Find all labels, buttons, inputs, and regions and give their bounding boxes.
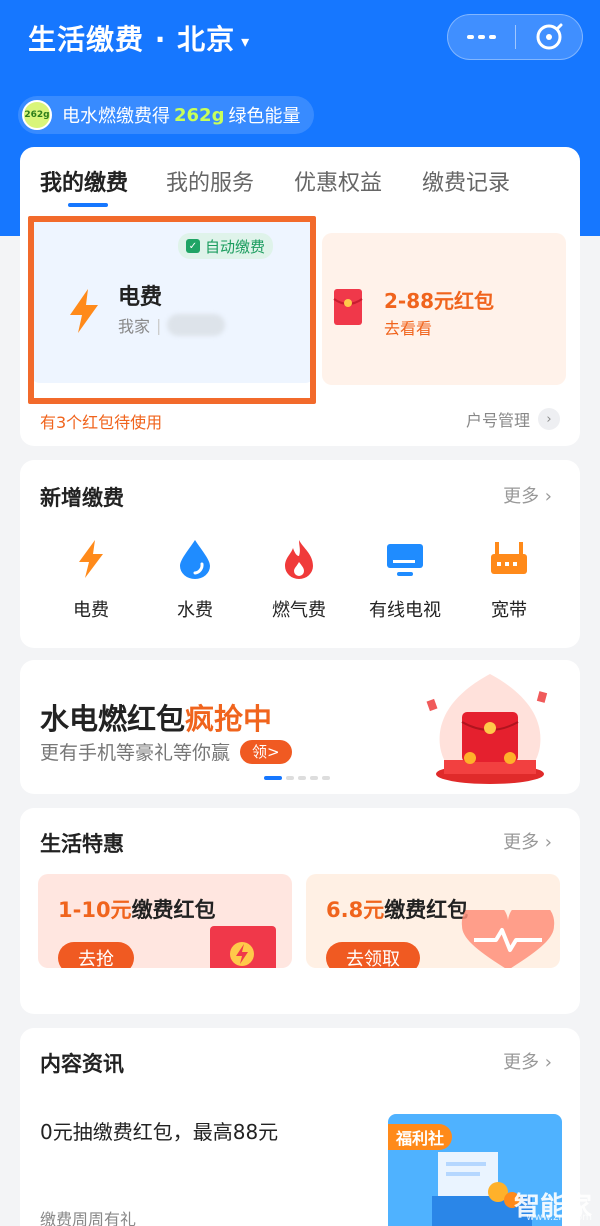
gift-redpacket-illustration xyxy=(426,674,548,784)
more-label: 更多 xyxy=(503,486,540,507)
more-options-button[interactable] xyxy=(448,15,515,59)
promo-subtitle-text: 更有手机等豪礼等你赢 xyxy=(40,742,231,764)
pay-type-label: 水费 xyxy=(177,600,213,621)
more-link[interactable]: 更多 › xyxy=(503,828,552,854)
carousel-pager xyxy=(264,776,330,780)
account-management-label: 户号管理 xyxy=(465,411,530,430)
payment-tabs: 我的缴费 我的服务 优惠权益 缴费记录 xyxy=(20,147,580,217)
redpacket-action[interactable]: 去看看 xyxy=(384,315,432,339)
tab-payment-records[interactable]: 缴费记录 xyxy=(422,165,510,197)
app-header: 生活缴费 · 北京 ▾ xyxy=(0,0,600,80)
pager-dot-active xyxy=(264,776,282,780)
green-energy-banner[interactable]: 262g 电水燃缴费得 262g 绿色能量 xyxy=(18,96,315,134)
deal-amount: 6.8元 xyxy=(326,898,385,922)
pay-type-label: 有线电视 xyxy=(369,600,441,621)
caret-down-icon: ▾ xyxy=(241,31,251,51)
tab-benefits[interactable]: 优惠权益 xyxy=(294,165,382,197)
active-tab-indicator xyxy=(68,203,108,207)
energy-amount: 262g xyxy=(174,104,225,126)
pay-type-label: 电费 xyxy=(73,600,109,621)
promo-title-main: 水电燃红包 xyxy=(40,702,186,736)
pay-type-electricity[interactable]: 电费 xyxy=(46,538,136,622)
city-selector[interactable]: 生活缴费 · 北京 ▾ xyxy=(28,18,250,58)
close-mini-program-button[interactable] xyxy=(516,15,583,59)
energy-badge-icon: 262g xyxy=(22,100,52,130)
promo-banner[interactable]: 水电燃红包疯抢中 更有手机等豪礼等你赢 领> xyxy=(20,660,580,794)
lightning-icon xyxy=(79,540,103,578)
close-circle-icon xyxy=(536,23,563,50)
promo-title-hot: 疯抢中 xyxy=(185,702,273,736)
payment-types-row: 电费 水费 燃气费 有线电视 宽带 xyxy=(20,538,580,628)
watermark-url: www.znj.com xyxy=(526,1212,592,1223)
pager-dot xyxy=(286,776,294,780)
news-subtitle: 缴费周周有礼 xyxy=(40,1210,137,1226)
section-title: 生活特惠 xyxy=(40,832,124,856)
tab-my-services[interactable]: 我的服务 xyxy=(166,165,254,197)
ellipsis-icon xyxy=(466,35,496,39)
news-title[interactable]: 0元抽缴费红包，最高88元 xyxy=(40,1116,278,1145)
pager-dot xyxy=(322,776,330,780)
deal-title: 6.8元缴费红包 xyxy=(326,894,468,924)
pay-type-cable-tv[interactable]: 有线电视 xyxy=(360,538,450,622)
section-title: 新增缴费 xyxy=(40,486,124,510)
pager-dot xyxy=(310,776,318,780)
tab-my-payments[interactable]: 我的缴费 xyxy=(40,165,128,197)
highlight-box xyxy=(28,216,316,404)
deal-text: 缴费红包 xyxy=(131,898,216,922)
deal-amount: 1-10元 xyxy=(58,898,132,922)
more-label: 更多 xyxy=(503,832,540,853)
pending-redpackets[interactable]: 有3个红包待使用 xyxy=(40,409,162,433)
page-title: 生活缴费 · 北京 xyxy=(28,23,236,56)
content-news-card: 内容资讯 更多 › 0元抽缴费红包，最高88元 缴费周周有礼 福利社 xyxy=(20,1028,580,1226)
deal-claim-button[interactable]: 去领取 xyxy=(326,942,420,968)
promo-claim-button[interactable]: 领> xyxy=(240,739,292,764)
deal-card[interactable]: 1-10元缴费红包 去抢 xyxy=(38,874,292,968)
energy-text-after: 绿色能量 xyxy=(228,106,301,127)
mini-program-capsule xyxy=(447,14,583,60)
chevron-right-icon: › xyxy=(538,408,560,430)
more-label: 更多 xyxy=(503,1052,540,1073)
more-link[interactable]: 更多 › xyxy=(503,482,552,508)
router-icon xyxy=(491,542,527,574)
pager-dot xyxy=(298,776,306,780)
red-envelope-icon xyxy=(210,926,276,968)
promo-subtitle: 更有手机等豪礼等你赢 领> xyxy=(40,738,292,765)
section-title: 内容资讯 xyxy=(40,1052,124,1076)
pay-type-broadband[interactable]: 宽带 xyxy=(464,538,554,622)
red-envelope-icon xyxy=(333,289,363,325)
pay-type-water[interactable]: 水费 xyxy=(150,538,240,622)
promo-title: 水电燃红包疯抢中 xyxy=(40,696,272,738)
my-payments-card: 我的缴费 我的服务 优惠权益 缴费记录 ✓ 自动缴费 电费 我家 | 2-88元… xyxy=(20,147,580,446)
redpacket-title: 2-88元红包 xyxy=(384,289,495,313)
pay-type-gas[interactable]: 燃气费 xyxy=(254,538,344,622)
pay-type-label: 宽带 xyxy=(491,600,527,621)
deal-card[interactable]: 6.8元缴费红包 去领取 xyxy=(306,874,560,968)
water-drop-icon xyxy=(180,540,210,579)
more-link[interactable]: 更多 › xyxy=(503,1048,552,1074)
new-payment-card: 新增缴费 更多 › 电费 水费 燃气费 有线电视 宽带 xyxy=(20,460,580,648)
life-deals-card: 生活特惠 更多 › 1-10元缴费红包 去抢 6.8元缴费红包 去领取 xyxy=(20,808,580,1014)
energy-text-before: 电水燃缴费得 xyxy=(62,106,170,127)
heart-pulse-icon xyxy=(461,910,555,968)
flame-icon xyxy=(285,540,313,579)
pay-type-label: 燃气费 xyxy=(272,600,326,621)
deal-title: 1-10元缴费红包 xyxy=(58,894,216,924)
tv-icon xyxy=(387,544,423,576)
account-management-link[interactable]: 户号管理 › xyxy=(466,407,560,431)
deal-grab-button[interactable]: 去抢 xyxy=(58,942,134,968)
